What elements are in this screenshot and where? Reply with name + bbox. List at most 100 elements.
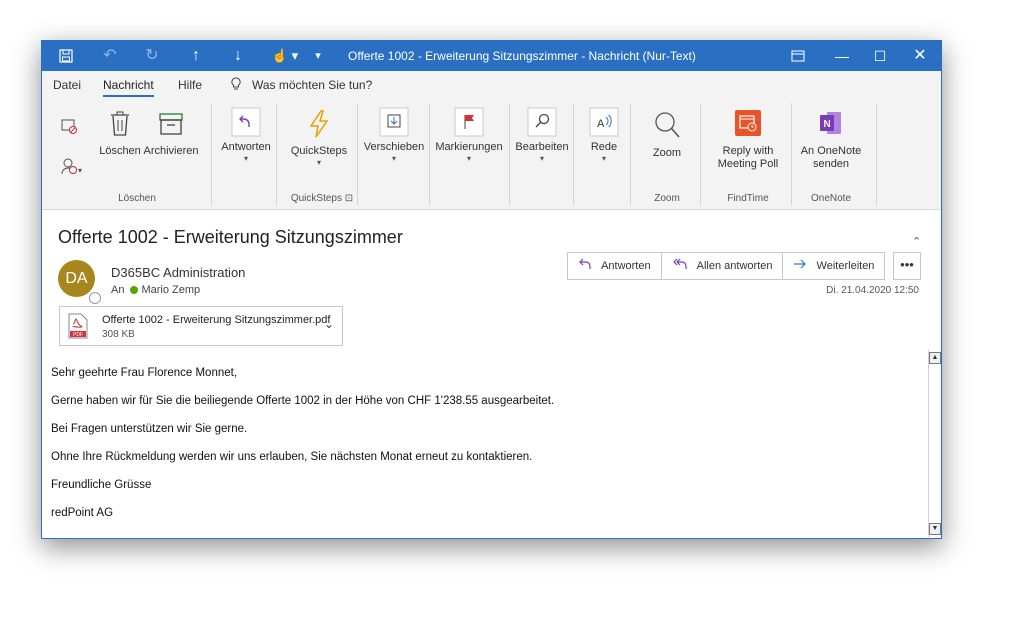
forward-arrow-icon (794, 259, 807, 269)
chevron-down-icon: ▾ (391, 154, 396, 163)
junk-icon: ▾ (61, 158, 82, 175)
ribbon-separator (630, 103, 631, 205)
menu-datei[interactable]: Datei (53, 71, 81, 99)
message-actions: Antworten Allen antworten Weiterleiten (567, 252, 886, 280)
delete-button[interactable]: Löschen (94, 111, 146, 158)
recipient-row: An Mario Zemp (111, 284, 200, 296)
edit-button[interactable]: Bearbeiten ▾ (513, 107, 571, 164)
quicksteps-button[interactable]: QuickSteps ▾ (286, 109, 352, 168)
ribbon-separator (573, 103, 574, 205)
window-title: Offerte 1002 - Erweiterung Sitzungszimme… (348, 49, 696, 63)
chevron-down-icon: ▾ (243, 154, 248, 163)
undo-icon[interactable]: ↶ (100, 41, 120, 71)
ignore-icon (61, 119, 77, 134)
reply-all-button[interactable]: Allen antworten (662, 253, 784, 279)
touch-mode-icon[interactable]: ☝ ▾ (268, 41, 302, 71)
body-line: redPoint AG (51, 507, 114, 519)
minimize-button[interactable]: — (822, 41, 862, 71)
pdf-file-icon: PDF (68, 313, 88, 339)
menu-hilfe[interactable]: Hilfe (178, 71, 202, 99)
archive-button[interactable]: Archivieren (142, 111, 200, 158)
message-body: Sehr geehrte Frau Florence Monnet, Gerne… (51, 359, 921, 527)
chevron-down-icon: ▾ (601, 154, 606, 163)
tell-me-search[interactable]: Was möchten Sie tun? (252, 71, 372, 99)
recipient-name[interactable]: Mario Zemp (141, 284, 200, 296)
ribbon-separator (276, 103, 277, 205)
scroll-down-icon[interactable]: ▼ (929, 523, 941, 535)
ribbon: ▾ Löschen Archivieren Löschen Antworten … (42, 99, 941, 248)
ribbon-separator (700, 103, 701, 205)
read-aloud-icon: A (589, 107, 619, 137)
flag-icon (454, 107, 484, 137)
archive-icon (159, 113, 183, 135)
speech-button[interactable]: A Rede ▾ (582, 107, 626, 164)
svg-text:N: N (824, 119, 831, 130)
junk-button[interactable]: ▾ (60, 157, 84, 178)
reply-ribbon-button[interactable]: Antworten ▾ (218, 107, 274, 164)
body-line: Ohne Ihre Rückmeldung werden wir uns erl… (51, 451, 533, 463)
body-line: Gerne haben wir für Sie die beiliegende … (51, 395, 555, 407)
group-label-findtime: FindTime (727, 193, 769, 204)
ignore-button[interactable] (60, 117, 78, 138)
svg-text:PDF: PDF (73, 332, 83, 338)
collapse-ribbon-icon[interactable]: ⌃ (912, 235, 921, 248)
ribbon-separator (429, 103, 430, 205)
up-arrow-icon[interactable]: ↑ (186, 41, 206, 71)
presence-dot-icon (130, 286, 139, 294)
vertical-scrollbar[interactable]: ▲ ▼ (928, 350, 941, 537)
lightbulb-icon (230, 71, 242, 99)
attachment-size: 308 KB (102, 329, 135, 340)
ribbon-display-icon[interactable] (778, 41, 818, 71)
attachment-name: Offerte 1002 - Erweiterung Sitzungszimme… (102, 314, 331, 326)
move-button[interactable]: Verschieben ▾ (362, 107, 426, 164)
redo-icon[interactable]: ↻ (142, 41, 162, 71)
sender-name[interactable]: D365BC Administration (111, 265, 245, 280)
svg-text:A: A (597, 118, 605, 130)
chevron-down-icon: ▾ (316, 158, 321, 167)
message-subject: Offerte 1002 - Erweiterung Sitzungszimme… (58, 227, 403, 247)
lightning-icon (309, 110, 329, 138)
menu-nachricht[interactable]: Nachricht (103, 71, 154, 99)
body-line: Sehr geehrte Frau Florence Monnet, (51, 367, 238, 379)
ribbon-separator (876, 103, 877, 205)
findtime-icon (735, 110, 761, 136)
down-arrow-icon[interactable]: ↓ (228, 41, 248, 71)
zoom-icon (655, 112, 680, 138)
close-button[interactable]: ✕ (900, 41, 940, 71)
reply-meeting-poll-button[interactable]: Reply with Meeting Poll (710, 109, 786, 171)
forward-button[interactable]: Weiterleiten (783, 253, 884, 279)
attachment-card[interactable]: PDF Offerte 1002 - Erweiterung Sitzungsz… (59, 306, 343, 346)
chevron-down-icon: ▾ (466, 154, 471, 163)
ribbon-separator (791, 103, 792, 205)
scroll-up-icon[interactable]: ▲ (929, 352, 941, 364)
presence-indicator (89, 292, 101, 304)
zoom-button[interactable]: Zoom (642, 109, 692, 160)
avatar[interactable]: DA (58, 260, 95, 297)
menu-bar: Datei Nachricht Hilfe Was möchten Sie tu… (42, 71, 941, 99)
chevron-down-icon[interactable]: ⌄ (324, 317, 334, 331)
reply-button[interactable]: Antworten (568, 253, 662, 279)
move-icon (379, 107, 409, 137)
more-actions-button[interactable]: ••• (893, 252, 921, 280)
send-to-onenote-button[interactable]: N An OneNote senden (794, 109, 868, 171)
customize-toolbar-icon[interactable]: ▾ (310, 41, 326, 71)
tags-button[interactable]: Markierungen ▾ (432, 107, 506, 164)
body-line: Freundliche Grüsse (51, 479, 152, 491)
message-date: Di. 21.04.2020 12:50 (826, 285, 919, 296)
maximize-button[interactable]: ☐ (860, 41, 900, 71)
reply-all-icon (672, 258, 687, 269)
onenote-icon: N (820, 112, 841, 134)
chevron-down-icon: ▾ (539, 154, 544, 163)
group-label-onenote: OneNote (810, 193, 852, 204)
ribbon-separator (211, 103, 212, 205)
reply-icon (579, 258, 591, 269)
to-label: An (111, 284, 125, 296)
ribbon-separator (509, 103, 510, 205)
outlook-message-window: ↶ ↻ ↑ ↓ ☝ ▾ ▾ Offerte 1002 - Erweiterung… (41, 40, 942, 539)
group-label-quicksteps: QuickSteps ⊡ (290, 193, 354, 204)
title-bar: ↶ ↻ ↑ ↓ ☝ ▾ ▾ Offerte 1002 - Erweiterung… (42, 41, 941, 71)
group-label-loeschen: Löschen (118, 193, 156, 204)
save-icon[interactable] (56, 41, 76, 71)
trash-icon (111, 111, 129, 136)
body-line: Bei Fragen unterstützen wir Sie gerne. (51, 423, 248, 435)
